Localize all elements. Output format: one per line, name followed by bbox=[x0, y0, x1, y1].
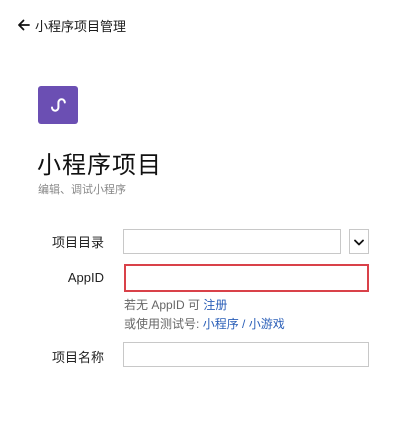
appid-field[interactable] bbox=[124, 264, 369, 292]
project-management-page: 小程序项目管理 小程序项目 编辑、调试小程序 项目目录 AppID 若无 App… bbox=[0, 0, 405, 429]
no-appid-text: 若无 AppID 可 bbox=[124, 298, 201, 312]
project-dir-label: 项目目录 bbox=[51, 235, 104, 250]
link-separator: / bbox=[242, 317, 246, 331]
project-dir-dropdown-button[interactable] bbox=[349, 229, 369, 254]
mini-game-test-link[interactable]: 小游戏 bbox=[249, 317, 285, 331]
appid-label: AppID bbox=[67, 270, 104, 285]
project-name-label: 项目名称 bbox=[51, 350, 104, 365]
appid-register-hint: 若无 AppID 可 注册 bbox=[124, 296, 227, 313]
mini-program-logo-icon bbox=[38, 86, 78, 124]
appid-test-hint: 或使用测试号: 小程序 / 小游戏 bbox=[124, 315, 285, 332]
test-account-text: 或使用测试号: bbox=[124, 317, 200, 331]
project-name-input[interactable] bbox=[124, 343, 368, 366]
mini-program-test-link[interactable]: 小程序 bbox=[203, 317, 239, 331]
appid-input[interactable] bbox=[126, 266, 367, 290]
project-dir-field[interactable] bbox=[123, 229, 341, 254]
chevron-down-icon bbox=[354, 233, 364, 251]
page-title: 小程序项目管理 bbox=[35, 18, 127, 34]
arrow-left-icon[interactable] bbox=[17, 19, 30, 31]
app-title: 小程序项目 bbox=[37, 152, 162, 179]
project-dir-input[interactable] bbox=[124, 230, 340, 253]
register-link[interactable]: 注册 bbox=[203, 298, 227, 312]
app-subtitle: 编辑、调试小程序 bbox=[38, 184, 126, 196]
project-name-field[interactable] bbox=[123, 342, 369, 367]
header: 小程序项目管理 bbox=[17, 16, 126, 34]
